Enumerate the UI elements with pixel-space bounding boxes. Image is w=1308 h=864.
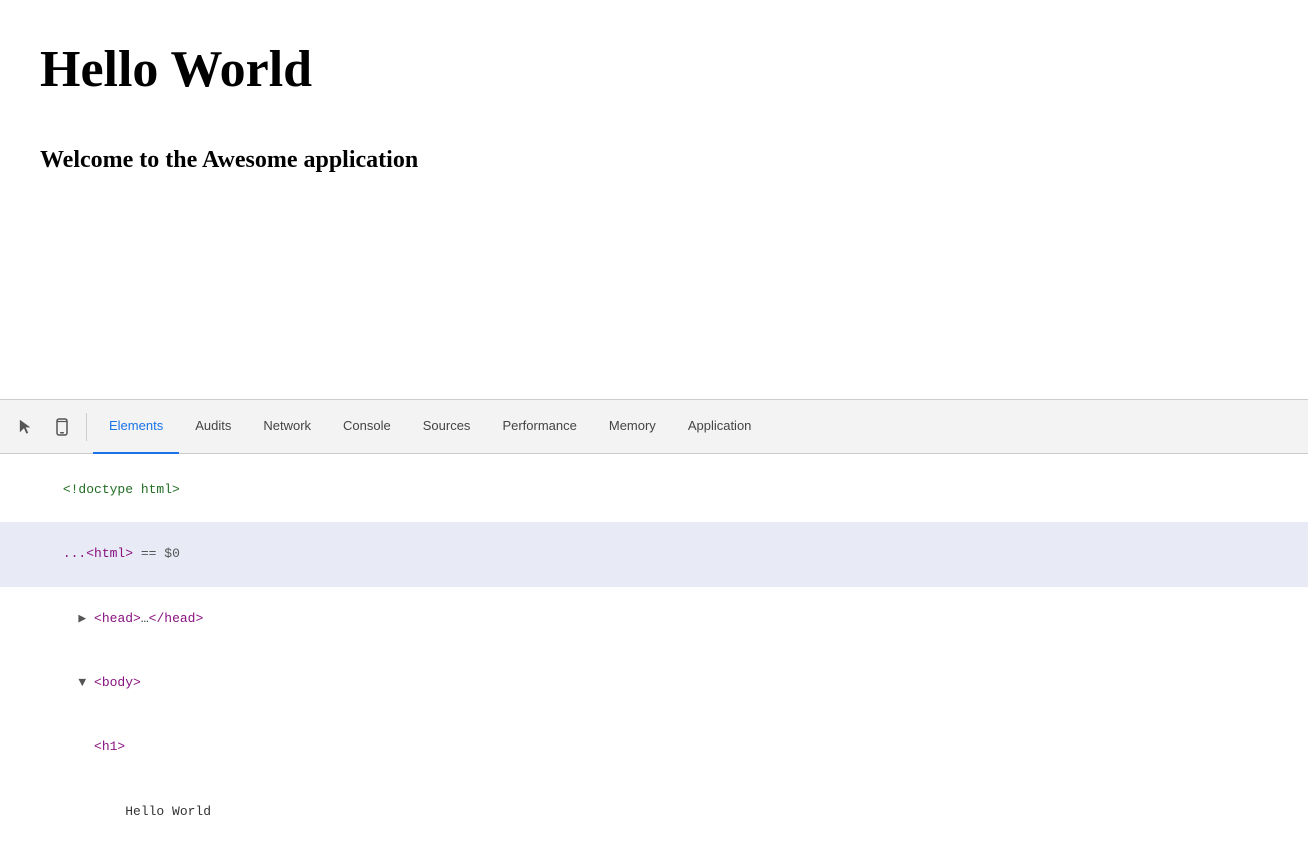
dom-head-line[interactable]: ▶ <head>…</head> bbox=[0, 587, 1308, 651]
html-open-bracket: < bbox=[86, 546, 94, 561]
tab-sources[interactable]: Sources bbox=[407, 400, 487, 454]
html-dollar: $0 bbox=[164, 546, 180, 561]
dom-body-open[interactable]: ▼ <body> bbox=[0, 651, 1308, 715]
head-open: <head> bbox=[94, 611, 141, 626]
tab-network[interactable]: Network bbox=[247, 400, 327, 454]
tab-audits[interactable]: Audits bbox=[179, 400, 247, 454]
page-heading1: Hello World bbox=[40, 40, 1268, 99]
doctype-text: <!doctype html> bbox=[63, 482, 180, 497]
dom-h1-open[interactable]: <h1> bbox=[0, 716, 1308, 780]
html-tag-dots: ... bbox=[63, 546, 86, 561]
html-close-bracket: > bbox=[125, 546, 133, 561]
body-arrow: ▼ bbox=[63, 675, 94, 690]
dom-h1-text: Hello World bbox=[0, 780, 1308, 844]
tab-performance[interactable]: Performance bbox=[486, 400, 592, 454]
dom-html-line[interactable]: ...<html> == $0 bbox=[0, 522, 1308, 586]
html-tag-name: html bbox=[94, 546, 125, 561]
tab-divider bbox=[86, 413, 87, 441]
mobile-icon-button[interactable] bbox=[44, 409, 80, 445]
head-ellipsis: … bbox=[141, 611, 149, 626]
dom-h1-close[interactable]: </h1> bbox=[0, 844, 1308, 864]
devtools-tabs-bar: Elements Audits Network Console Sources … bbox=[0, 400, 1308, 454]
tab-console[interactable]: Console bbox=[327, 400, 407, 454]
h1-text-content: Hello World bbox=[63, 804, 211, 819]
page-content: Hello World Welcome to the Awesome appli… bbox=[0, 0, 1308, 399]
h1-open-tag: <h1> bbox=[63, 739, 125, 754]
head-arrow: ▶ bbox=[63, 611, 94, 626]
html-equals: == bbox=[133, 546, 164, 561]
cursor-icon-button[interactable] bbox=[8, 409, 44, 445]
head-close: </head> bbox=[149, 611, 204, 626]
page-heading3: Welcome to the Awesome application bbox=[40, 147, 1268, 174]
dom-tree[interactable]: <!doctype html> ...<html> == $0 ▶ <head>… bbox=[0, 454, 1308, 864]
tab-elements[interactable]: Elements bbox=[93, 400, 179, 454]
tab-memory[interactable]: Memory bbox=[593, 400, 672, 454]
devtools-panel: Elements Audits Network Console Sources … bbox=[0, 399, 1308, 864]
dom-doctype: <!doctype html> bbox=[0, 458, 1308, 522]
tab-application[interactable]: Application bbox=[672, 400, 768, 454]
body-open-tag: <body> bbox=[94, 675, 141, 690]
